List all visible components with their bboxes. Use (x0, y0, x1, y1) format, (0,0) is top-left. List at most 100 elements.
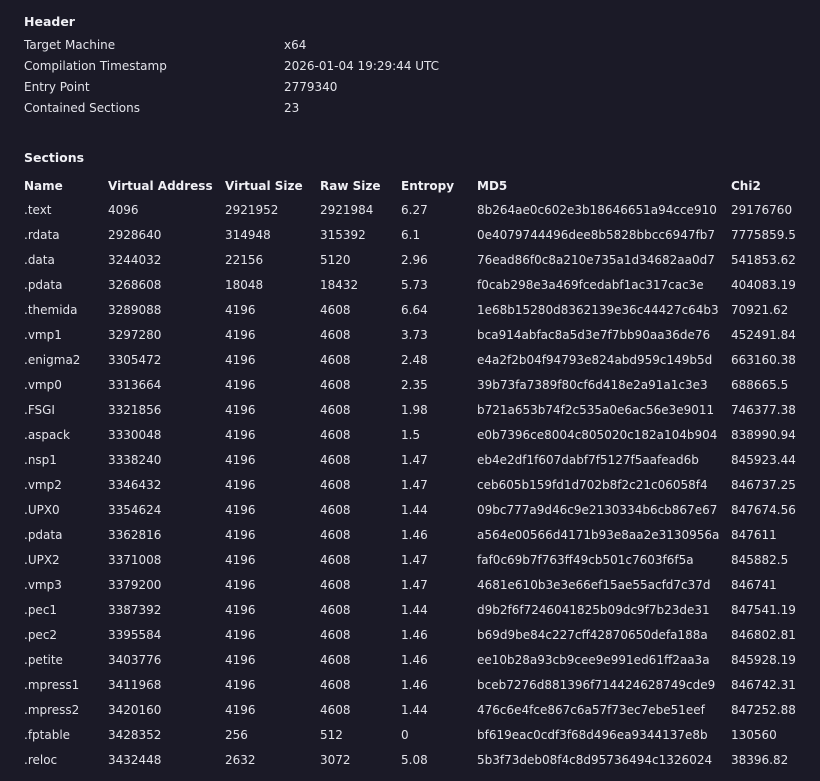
cell-md5: b721a653b74f2c535a0e6ac56e3e9011 (477, 402, 715, 417)
cell-virtual-address: 3420160 (108, 702, 162, 717)
cell-virtual-size: 256 (225, 727, 248, 742)
cell-raw-size: 315392 (320, 227, 366, 242)
column-header-entropy: Entropy (401, 179, 455, 193)
cell-md5: 5b3f73deb08f4c8d95736494c1326024 (477, 752, 713, 767)
cell-entropy: 1.5 (401, 427, 421, 442)
cell-virtual-address: 3297280 (108, 327, 162, 342)
cell-virtual-address: 3379200 (108, 577, 162, 592)
cell-md5: e0b7396ce8004c805020c182a104b904 (477, 427, 718, 442)
cell-entropy: 1.47 (401, 552, 428, 567)
cell-name: .fptable (24, 727, 71, 742)
cell-raw-size: 4608 (320, 302, 351, 317)
cell-raw-size: 4608 (320, 402, 351, 417)
cell-entropy: 5.08 (401, 752, 428, 767)
cell-entropy: 6.1 (401, 227, 421, 242)
cell-chi2: 846742.31 (731, 677, 796, 692)
table-row: .enigma2 3305472 4196 4608 2.48 e4a2f2b04f947… (24, 347, 804, 372)
cell-virtual-size: 4196 (225, 327, 256, 342)
cell-raw-size: 512 (320, 727, 343, 742)
cell-md5: bceb7276d881396f714424628749cde9 (477, 677, 716, 692)
cell-md5: a564e00566d4171b93e8aa2e3130956a (477, 527, 720, 542)
cell-virtual-size: 4196 (225, 577, 256, 592)
cell-entropy: 1.44 (401, 702, 428, 717)
cell-name: .vmp2 (24, 477, 62, 492)
column-header-virtual-address: Virtual Address (108, 179, 213, 193)
cell-chi2: 452491.84 (731, 327, 796, 342)
cell-virtual-address: 3268608 (108, 277, 162, 292)
header-field-value: x64 (284, 38, 307, 52)
cell-virtual-size: 4196 (225, 502, 256, 517)
cell-virtual-size: 4196 (225, 677, 256, 692)
cell-virtual-address: 3403776 (108, 652, 162, 667)
cell-virtual-address: 2928640 (108, 227, 162, 242)
table-row: .reloc 3432448 2632 3072 5.08 5b3f73deb08f4c8… (24, 747, 804, 772)
cell-name: .petite (24, 652, 63, 667)
cell-name: .enigma2 (24, 352, 81, 367)
table-header-row: Name Virtual Address Virtual Size Raw Si… (24, 175, 804, 197)
cell-chi2: 847611 (731, 527, 777, 542)
cell-entropy: 1.46 (401, 652, 428, 667)
cell-entropy: 1.47 (401, 577, 428, 592)
cell-raw-size: 4608 (320, 452, 351, 467)
cell-md5: bca914abfac8a5d3e7f7bb90aa36de76 (477, 327, 711, 342)
table-row: .petite 3403776 4196 4608 1.46 ee10b28a93cb9c… (24, 647, 804, 672)
cell-raw-size: 4608 (320, 552, 351, 567)
cell-md5: eb4e2df1f607dabf7f5127f5aafead6b (477, 452, 699, 467)
cell-virtual-size: 4196 (225, 477, 256, 492)
cell-raw-size: 4608 (320, 577, 351, 592)
cell-chi2: 7775859.5 (731, 227, 796, 242)
table-row: .vmp2 3346432 4196 4608 1.47 ceb605b159fd1d70… (24, 472, 804, 497)
table-row: .pec2 3395584 4196 4608 1.46 b69d9be84c227cff… (24, 622, 804, 647)
column-header-chi2: Chi2 (731, 179, 761, 193)
table-row: .UPX0 3354624 4196 4608 1.44 09bc777a9d46c9e2… (24, 497, 804, 522)
cell-name: .pec2 (24, 627, 58, 642)
cell-entropy: 2.48 (401, 352, 428, 367)
cell-chi2: 838990.94 (731, 427, 796, 442)
cell-virtual-size: 4196 (225, 627, 256, 642)
cell-md5: d9b2f6f7246041825b09dc9f7b23de31 (477, 602, 710, 617)
cell-raw-size: 18432 (320, 277, 359, 292)
cell-entropy: 1.47 (401, 477, 428, 492)
header-field-row: Target Machine x64 (24, 38, 784, 59)
cell-virtual-address: 3387392 (108, 602, 162, 617)
cell-virtual-size: 22156 (225, 252, 264, 267)
cell-chi2: 688665.5 (731, 377, 789, 392)
cell-raw-size: 2921984 (320, 202, 374, 217)
column-header-raw-size: Raw Size (320, 179, 381, 193)
cell-raw-size: 4608 (320, 327, 351, 342)
cell-entropy: 0 (401, 727, 409, 742)
cell-raw-size: 4608 (320, 677, 351, 692)
cell-raw-size: 4608 (320, 427, 351, 442)
sections-title: Sections (24, 150, 85, 165)
cell-raw-size: 4608 (320, 652, 351, 667)
cell-raw-size: 3072 (320, 752, 351, 767)
table-row: .vmp0 3313664 4196 4608 2.35 39b73fa7389f80cf… (24, 372, 804, 397)
column-header-virtual-size: Virtual Size (225, 179, 303, 193)
cell-entropy: 2.96 (401, 252, 428, 267)
cell-md5: 476c6e4fce867c6a57f73ec7ebe51eef (477, 702, 705, 717)
cell-virtual-size: 2632 (225, 752, 256, 767)
cell-chi2: 846802.81 (731, 627, 796, 642)
cell-virtual-address: 3362816 (108, 527, 162, 542)
header-field-label: Compilation Timestamp (24, 59, 167, 73)
cell-md5: e4a2f2b04f94793e824abd959c149b5d (477, 352, 713, 367)
cell-virtual-size: 4196 (225, 427, 256, 442)
table-row: .nsp1 3338240 4196 4608 1.47 eb4e2df1f607dabf… (24, 447, 804, 472)
cell-name: .aspack (24, 427, 70, 442)
cell-entropy: 1.44 (401, 602, 428, 617)
header-field-row: Contained Sections 23 (24, 101, 784, 122)
cell-md5: f0cab298e3a469fcedabf1ac317cac3e (477, 277, 704, 292)
cell-virtual-address: 3411968 (108, 677, 162, 692)
cell-chi2: 845928.19 (731, 652, 796, 667)
table-row: .pec1 3387392 4196 4608 1.44 d9b2f6f724604182… (24, 597, 804, 622)
cell-virtual-address: 3305472 (108, 352, 162, 367)
cell-entropy: 3.73 (401, 327, 428, 342)
cell-virtual-address: 3354624 (108, 502, 162, 517)
cell-entropy: 1.46 (401, 677, 428, 692)
table-row: .fptable 3428352 256 512 0 bf619eac0cdf3f68d4… (24, 722, 804, 747)
cell-virtual-size: 4196 (225, 302, 256, 317)
cell-name: .pec1 (24, 602, 58, 617)
cell-entropy: 1.98 (401, 402, 428, 417)
cell-chi2: 70921.62 (731, 302, 789, 317)
cell-raw-size: 4608 (320, 527, 351, 542)
